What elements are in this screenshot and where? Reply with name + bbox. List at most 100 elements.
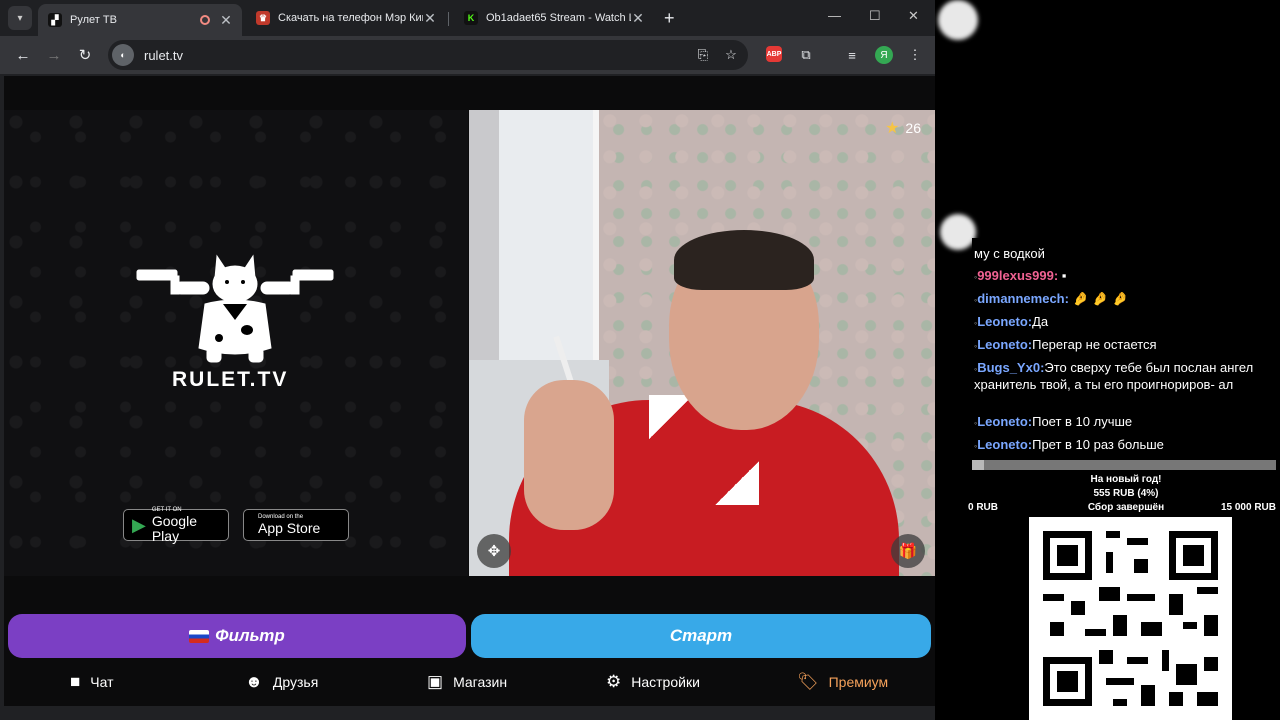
app-store-badge[interactable]: Download on the App Store (243, 509, 349, 541)
chat-message: ◦Leoneto:Перегар не остается (974, 337, 1274, 354)
chat-message: ◦Leoneto:Прет в 10 раз больше (974, 437, 1274, 454)
chat-message: ◦dimannemech: 🤌 🤌 🤌 (974, 291, 1274, 308)
window-close-button[interactable]: ✕ (908, 8, 919, 24)
nav-premium[interactable]: 🏷 Премиум (797, 672, 888, 692)
video-person-hair (674, 230, 814, 290)
donation-min: 0 RUB (968, 502, 999, 513)
video-shelf (499, 110, 599, 360)
nav-label: Друзья (272, 674, 319, 690)
bottom-nav: ■ Чат ☻ Друзья ▣ Магазин ⚙ Настройки 🏷 П… (4, 664, 935, 704)
reload-icon: ↻ (78, 47, 92, 64)
overlay-blob (940, 214, 976, 250)
address-bar[interactable]: ◐ rulet.tv (108, 40, 748, 70)
star-icon: ★ (885, 120, 900, 137)
donation-progress-fill (972, 460, 985, 470)
bookmark-star-icon[interactable]: ☆ (722, 46, 740, 64)
app-store-large-text: App Store (258, 520, 321, 536)
chat-user: Leoneto: (977, 437, 1033, 452)
gamepad-icon: ✥ (487, 543, 501, 560)
nav-settings[interactable]: ⚙ Настройки (606, 672, 700, 692)
install-app-icon[interactable]: ⎘ (694, 46, 712, 64)
star-rating: ★ 26 (885, 118, 921, 138)
chat-message: ◦Leoneto:Да (974, 314, 1274, 331)
gift-icon: 🎁 (898, 543, 918, 560)
shop-icon: ▣ (427, 672, 444, 691)
maximize-button[interactable]: ☐ (869, 8, 881, 24)
chat-message: ◦Bugs_Yx0:Это сверху тебе был послан анг… (974, 360, 1274, 393)
adblock-extension-icon[interactable]: ABP (766, 46, 782, 62)
tab-strip: ▾ ▞ Рулет ТВ ✕ ♛ Скачать на телефон Мэр … (0, 0, 935, 36)
filter-button[interactable]: Фильтр (8, 614, 466, 658)
close-icon[interactable]: ✕ (424, 10, 436, 27)
chat-text: Перегар не остается (1032, 337, 1157, 352)
tab-search-button[interactable]: ▾ (8, 6, 32, 30)
tab-rulet[interactable]: ▞ Рулет ТВ ✕ (38, 4, 242, 36)
maximize-icon: ☐ (869, 8, 881, 23)
chat-text: Прет в 10 раз больше (1032, 437, 1164, 452)
back-button[interactable]: ← (12, 44, 34, 66)
tab-king[interactable]: ♛ Скачать на телефон Мэр Кинг ✕ (246, 4, 446, 32)
extensions-puzzle-icon[interactable]: ⧉ (797, 46, 815, 64)
minimize-button[interactable]: — (828, 8, 841, 23)
donation-qr-code (1029, 517, 1232, 720)
close-icon[interactable]: ✕ (632, 10, 644, 27)
nav-label: Настройки (631, 674, 700, 690)
reload-button[interactable]: ↻ (74, 44, 96, 66)
chat-user: Leoneto: (977, 414, 1033, 429)
chat-user: Leoneto: (977, 337, 1033, 352)
overlay-blob (938, 0, 978, 40)
start-button[interactable]: Старт (471, 614, 931, 658)
arrow-right-icon: → (46, 46, 62, 64)
donation-progress-bar (972, 460, 1276, 470)
close-icon[interactable]: ✕ (220, 12, 232, 29)
tab-divider (448, 12, 449, 26)
browser-window: ▾ ▞ Рулет ТВ ✕ ♛ Скачать на телефон Мэр … (0, 0, 935, 720)
nav-shop[interactable]: ▣ Магазин (427, 672, 507, 692)
nav-label: Премиум (828, 674, 889, 690)
recording-icon (200, 15, 210, 25)
chevron-down-icon: ▾ (17, 12, 23, 24)
google-play-badge[interactable]: ▶ GET IT ON Google Play (123, 507, 229, 544)
google-play-large-text: Google Play (151, 512, 197, 544)
kick-favicon-icon: K (464, 11, 478, 25)
chat-text: ▪ (1058, 268, 1067, 283)
nav-chat[interactable]: ■ Чат (70, 672, 114, 692)
gift-button[interactable]: 🎁 (891, 534, 925, 568)
rulet-favicon-icon: ▞ (48, 13, 62, 27)
chat-message: му с водкой (974, 246, 1274, 262)
nav-label: Чат (90, 674, 114, 690)
menu-kebab-icon[interactable]: ⋮ (906, 46, 924, 64)
browser-toolbar: ← → ↻ ◐ rulet.tv ⎘ ☆ ABP ⧉ ≡ Я ⋮ (0, 36, 935, 74)
premium-tag-icon: 🏷 (797, 672, 819, 691)
donation-max: 15 000 RUB (1220, 502, 1276, 513)
friends-icon: ☻ (245, 672, 263, 691)
brand-name: RULET.TV (172, 368, 289, 391)
rulet-cat-logo (136, 254, 334, 363)
star-count: 26 (905, 120, 921, 136)
google-play-icon: ▶ (132, 514, 146, 535)
stream-chat-overlay: му с водкой ◦999lexus999: ▪ ◦dimannemech… (972, 238, 1280, 458)
chat-user: dimannemech: (977, 291, 1069, 306)
arrow-left-icon: ← (15, 46, 31, 64)
nav-friends[interactable]: ☻ Друзья (245, 672, 318, 692)
chat-user: Leoneto: (977, 314, 1033, 329)
new-tab-button[interactable]: + (664, 8, 675, 29)
minimize-icon: — (828, 8, 841, 23)
nav-label: Магазин (453, 674, 508, 690)
tab-kick[interactable]: K Ob1adaet65 Stream - Watch Li ✕ (454, 4, 654, 32)
close-icon: ✕ (908, 8, 919, 23)
chat-user: 999lexus999: (977, 268, 1059, 283)
profile-avatar[interactable]: Я (875, 46, 893, 64)
donation-goal-widget: На новый год! 555 RUB (4%) Сбор завершён… (968, 460, 1280, 516)
forward-button[interactable]: → (43, 44, 65, 66)
gamepad-button[interactable]: ✥ (477, 534, 511, 568)
chat-text: му с водкой (974, 246, 1045, 261)
filter-label: Фильтр (215, 626, 285, 645)
chat-message: ◦999lexus999: ▪ (974, 268, 1274, 285)
plus-icon: + (664, 8, 675, 28)
video-person-hand (524, 380, 614, 530)
media-control-icon[interactable]: ≡ (843, 46, 861, 64)
tab-title: Скачать на телефон Мэр Кинг (278, 12, 423, 24)
russia-flag-icon (189, 629, 210, 643)
site-info-icon[interactable]: ◐ (112, 44, 134, 66)
